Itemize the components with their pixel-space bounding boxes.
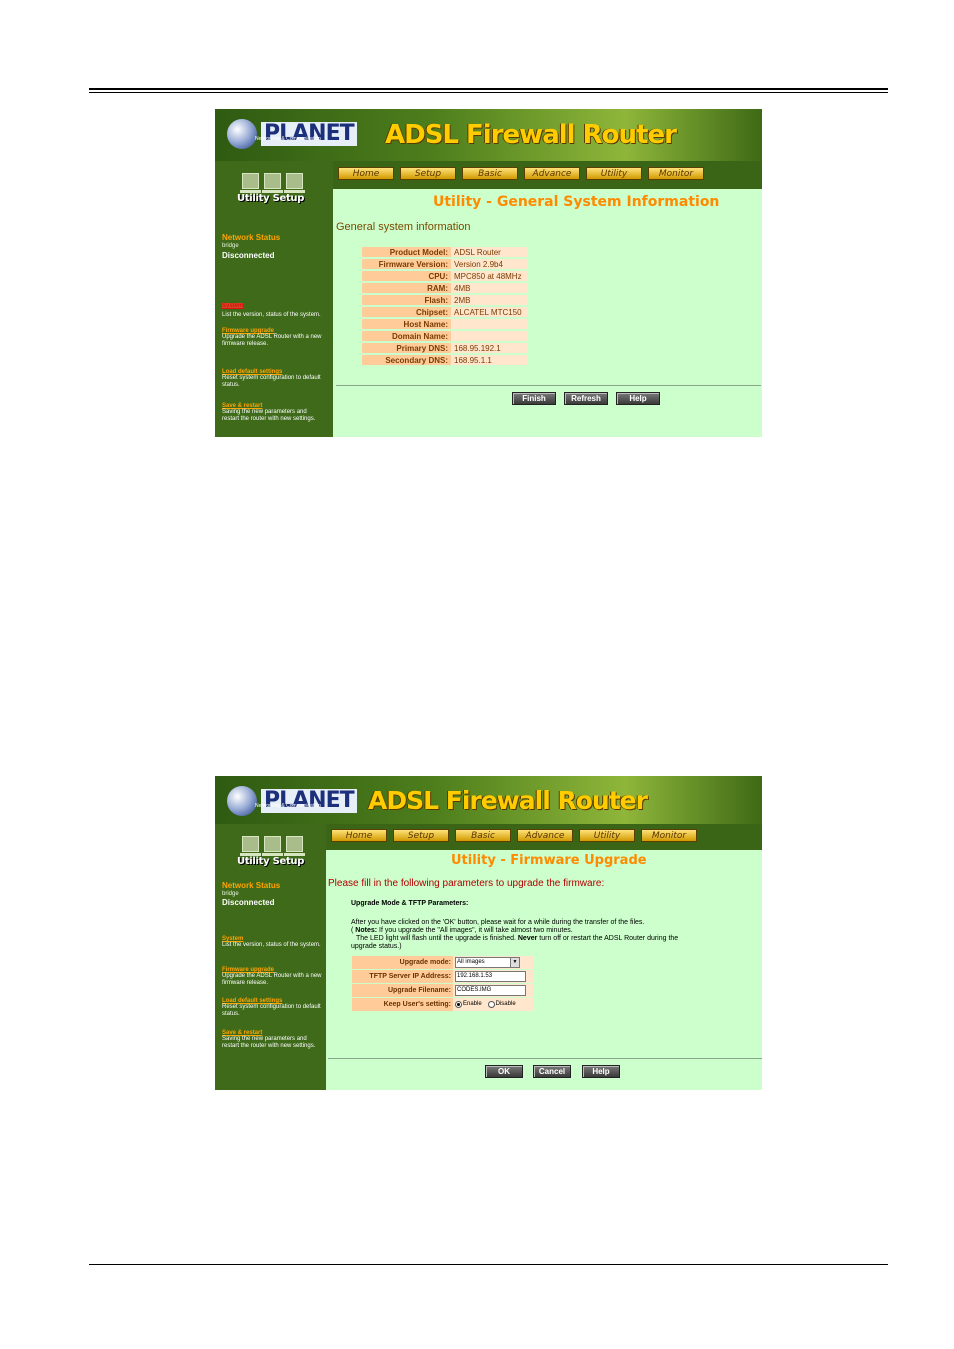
nav-advance[interactable]: Advance bbox=[524, 167, 580, 180]
nav-monitor[interactable]: Monitor bbox=[641, 829, 697, 842]
sidebar-desc: List the version, status of the system. bbox=[222, 312, 321, 318]
table-row: Upgrade Filename: CODES.IMG bbox=[352, 984, 534, 997]
table-row: CPU: MPC850 at 48MHz bbox=[362, 271, 527, 281]
nav-setup[interactable]: Setup bbox=[400, 167, 456, 180]
network-state: Disconnected bbox=[222, 898, 275, 907]
keep-setting-enable-radio[interactable] bbox=[455, 1000, 462, 1008]
sidebar-title: Utility Setup bbox=[237, 856, 305, 867]
finish-button[interactable]: Finish bbox=[512, 392, 556, 405]
section-heading: Upgrade Mode & TFTP Parameters: bbox=[351, 900, 469, 907]
sidebar-item-firmware: Firmware upgrade Upgrade the ADSL Router… bbox=[222, 328, 322, 348]
sidebar-desc: Reset system configuration to default st… bbox=[222, 1004, 321, 1017]
table-row: Upgrade mode: All images ▼ bbox=[352, 956, 534, 969]
logo-text: PLANET bbox=[261, 789, 357, 813]
product-title: ADSL Firewall Router bbox=[385, 120, 677, 150]
page-top-rule bbox=[89, 88, 888, 90]
nav-advance[interactable]: Advance bbox=[517, 829, 573, 842]
sidebar-desc: Saving the new parameters and restart th… bbox=[222, 409, 316, 422]
table-row: Domain Name: bbox=[362, 331, 527, 341]
nav-utility[interactable]: Utility bbox=[586, 167, 642, 180]
note-line: After you have clicked on the 'OK' butto… bbox=[351, 919, 645, 926]
note-line: ( Notes: If you upgrade the "All images"… bbox=[351, 927, 573, 934]
globe-icon bbox=[227, 119, 257, 149]
note-line: The LED light will flash until the upgra… bbox=[356, 935, 679, 942]
globe-icon bbox=[227, 786, 257, 816]
network-status-label: Network Status bbox=[222, 881, 281, 890]
logo-text: PLANET bbox=[261, 122, 357, 146]
refresh-button[interactable]: Refresh bbox=[564, 392, 608, 405]
help-button[interactable]: Help bbox=[582, 1065, 620, 1078]
sidebar-desc: Upgrade the ADSL Router with a new firmw… bbox=[222, 973, 322, 986]
nav-home[interactable]: Home bbox=[331, 829, 387, 842]
sidebar-desc: List the version, status of the system. bbox=[222, 942, 321, 948]
sidebar-item-defaults: Load default settings Reset system confi… bbox=[222, 369, 322, 389]
nav-home[interactable]: Home bbox=[338, 167, 394, 180]
sidebar-item-defaults: Load default settings Reset system confi… bbox=[222, 998, 322, 1018]
tftp-server-input[interactable]: 192.168.1.53 bbox=[455, 971, 526, 982]
divider bbox=[336, 385, 761, 386]
sidebar: Utility Setup Network Status bridge Disc… bbox=[215, 161, 333, 437]
nav-basic[interactable]: Basic bbox=[462, 167, 518, 180]
sidebar-desc: Upgrade the ADSL Router with a new firmw… bbox=[222, 334, 322, 347]
page-bottom-rule bbox=[89, 1264, 888, 1265]
sidebar-link-system[interactable]: System bbox=[222, 303, 244, 309]
table-row: RAM: 4MB bbox=[362, 283, 527, 293]
help-button[interactable]: Help bbox=[616, 392, 660, 405]
page-title: Utility - General System Information bbox=[433, 194, 720, 210]
divider bbox=[328, 1058, 762, 1059]
chevron-down-icon: ▼ bbox=[510, 958, 519, 967]
page-top-rule-thin bbox=[89, 92, 888, 93]
network-mode: bridge bbox=[222, 243, 239, 249]
computers-icon bbox=[240, 173, 305, 193]
cancel-button[interactable]: Cancel bbox=[533, 1065, 571, 1078]
upgrade-filename-input[interactable]: CODES.IMG bbox=[455, 985, 526, 996]
nav-basic[interactable]: Basic bbox=[455, 829, 511, 842]
table-row: Keep User's setting: Enable Disable bbox=[352, 998, 534, 1011]
table-row: Flash: 2MB bbox=[362, 295, 527, 305]
table-row: Product Model: ADSL Router bbox=[362, 247, 527, 257]
computers-icon bbox=[240, 836, 305, 856]
sidebar: Utility Setup Network Status bridge Disc… bbox=[215, 824, 326, 1090]
network-state: Disconnected bbox=[222, 251, 275, 260]
banner: PLANET Networking & Communication ADSL F… bbox=[215, 776, 762, 824]
logo-tagline: Networking & Communication bbox=[255, 136, 321, 142]
upgrade-form: Upgrade mode: All images ▼ TFTP Server IP… bbox=[352, 955, 534, 1012]
sidebar-item-save: Save & restart Saving the new parameters… bbox=[222, 1030, 322, 1050]
sidebar-title: Utility Setup bbox=[237, 193, 305, 204]
table-row: Chipset: ALCATEL MTC150 bbox=[362, 307, 527, 317]
table-row: TFTP Server IP Address: 192.168.1.53 bbox=[352, 970, 534, 983]
planet-logo: PLANET bbox=[227, 786, 357, 816]
nav-setup[interactable]: Setup bbox=[393, 829, 449, 842]
planet-logo: PLANET bbox=[227, 119, 357, 149]
sidebar-desc: Saving the new parameters and restart th… bbox=[222, 1036, 316, 1049]
product-title: ADSL Firewall Router bbox=[368, 786, 648, 815]
sidebar-desc: Reset system configuration to default st… bbox=[222, 375, 321, 388]
nav-utility[interactable]: Utility bbox=[579, 829, 635, 842]
general-info-screenshot: PLANET Networking & Communication ADSL F… bbox=[215, 109, 762, 437]
system-info-table: Product Model: ADSL Router Firmware Versi… bbox=[362, 245, 527, 367]
keep-setting-disable-radio[interactable] bbox=[487, 1000, 495, 1008]
ok-button[interactable]: OK bbox=[485, 1065, 523, 1078]
sidebar-item-system: System List the version, status of the s… bbox=[222, 294, 322, 319]
banner: PLANET Networking & Communication ADSL F… bbox=[215, 109, 762, 161]
sidebar-item-save: Save & restart Saving the new parameters… bbox=[222, 403, 322, 423]
section-subheading: General system information bbox=[336, 221, 471, 233]
firmware-intro: Please fill in the following parameters … bbox=[328, 878, 605, 889]
table-row: Secondary DNS: 168.95.1.1 bbox=[362, 355, 527, 365]
sidebar-item-system: System List the version, status of the s… bbox=[222, 936, 322, 949]
firmware-upgrade-screenshot: PLANET Networking & Communication ADSL F… bbox=[215, 776, 762, 1090]
logo-tagline: Networking & Communication bbox=[255, 803, 321, 809]
table-row: Host Name: bbox=[362, 319, 527, 329]
upgrade-mode-select[interactable]: All images ▼ bbox=[455, 957, 520, 968]
page-title: Utility - Firmware Upgrade bbox=[451, 853, 647, 868]
note-line: upgrade status.) bbox=[351, 943, 402, 950]
network-mode: bridge bbox=[222, 891, 239, 897]
sidebar-item-firmware: Firmware upgrade Upgrade the ADSL Router… bbox=[222, 967, 322, 987]
table-row: Firmware Version: Version 2.9b4 bbox=[362, 259, 527, 269]
nav-monitor[interactable]: Monitor bbox=[648, 167, 704, 180]
table-row: Primary DNS: 168.95.192.1 bbox=[362, 343, 527, 353]
network-status-label: Network Status bbox=[222, 233, 281, 242]
